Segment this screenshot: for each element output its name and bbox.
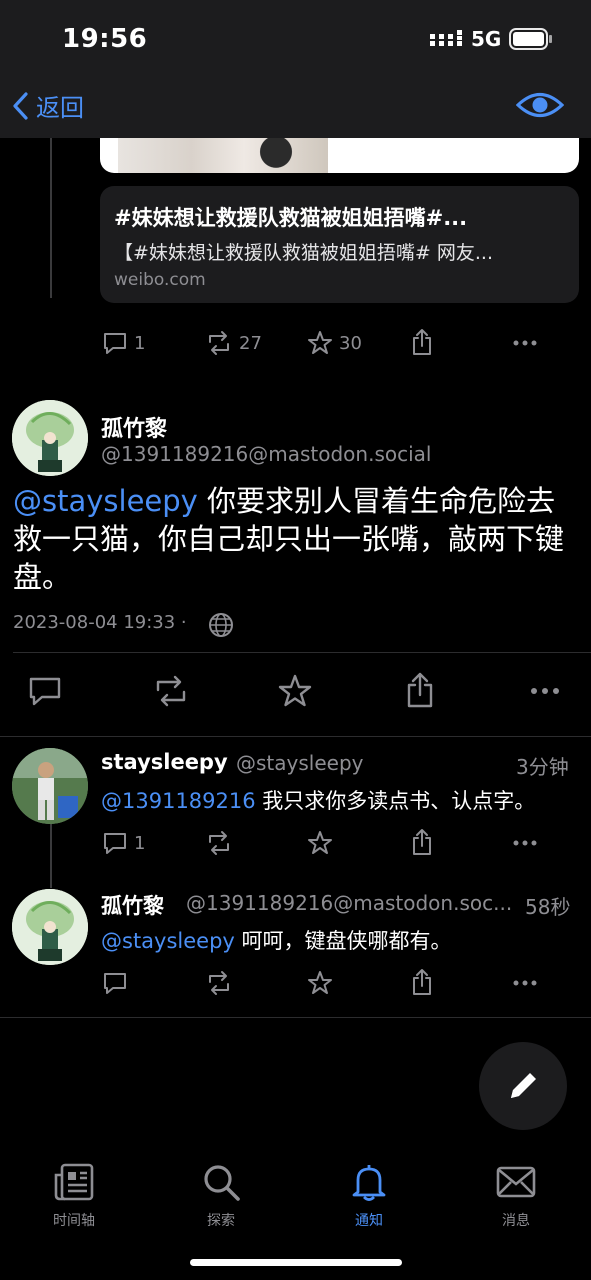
- reply-button[interactable]: [28, 675, 62, 707]
- mention-link[interactable]: @staysleepy: [101, 929, 235, 953]
- avatar[interactable]: [12, 400, 88, 476]
- share-button[interactable]: [405, 672, 435, 708]
- author-name[interactable]: 孤竹黎: [101, 890, 164, 920]
- boost-count: 27: [239, 332, 262, 354]
- more-icon: [531, 688, 559, 694]
- comment-icon: [104, 833, 126, 854]
- divider: [0, 736, 591, 737]
- mention-link[interactable]: @staysleepy: [13, 484, 198, 518]
- network-type: 5G: [471, 27, 502, 51]
- boost-button[interactable]: [205, 830, 233, 856]
- battery-icon: [509, 28, 553, 50]
- avatar[interactable]: [12, 748, 88, 824]
- bell-icon: [352, 1165, 386, 1201]
- favourite-button[interactable]: [307, 970, 333, 996]
- reply-count: 1: [134, 832, 146, 854]
- reply-button[interactable]: 1: [102, 330, 145, 356]
- share-icon: [413, 829, 431, 855]
- chevron-left-icon: [13, 91, 28, 120]
- post-text: 呵呵，键盘侠哪都有。: [234, 929, 452, 953]
- post-content: @1391189216 我只求你多读点书、认点字。: [101, 785, 579, 815]
- boost-button[interactable]: [152, 674, 190, 708]
- tab-messages[interactable]: 消息: [476, 1162, 556, 1230]
- more-button[interactable]: [513, 340, 537, 346]
- more-icon: [513, 340, 537, 346]
- author-name[interactable]: staysleepy: [101, 750, 228, 774]
- globe-icon: [208, 612, 234, 638]
- envelope-icon: [496, 1166, 536, 1198]
- link-domain: weibo.com: [114, 270, 206, 290]
- reply-button[interactable]: 1: [102, 830, 145, 856]
- share-button[interactable]: [410, 828, 434, 856]
- thread-line: [50, 138, 52, 298]
- tab-notifications[interactable]: 通知: [329, 1162, 409, 1230]
- comment-icon: [104, 973, 126, 994]
- comment-icon: [104, 333, 126, 354]
- share-button[interactable]: [410, 328, 434, 356]
- back-label: 返回: [36, 94, 84, 122]
- author-handle[interactable]: @staysleepy: [236, 751, 363, 775]
- post-content: @staysleepy 呵呵，键盘侠哪都有。: [101, 925, 579, 955]
- pencil-icon: [511, 1073, 536, 1098]
- link-description: 【#妹妹想让救援队救猫被姐姐捂嘴# 网友...: [114, 242, 493, 264]
- compose-button[interactable]: [479, 1042, 567, 1130]
- tab-timeline[interactable]: 时间轴: [34, 1162, 114, 1230]
- newspaper-icon: [54, 1163, 94, 1201]
- link-preview-card[interactable]: #妹妹想让救援队救猫被姐姐捂嘴#... 【#妹妹想让救援队救猫被姐姐捂嘴# 网友…: [100, 186, 579, 303]
- tab-label: 消息: [502, 1213, 530, 1229]
- post-content: @staysleepy 你要求别人冒着生命危险去救一只猫，你自己却只出一张嘴，敲…: [13, 482, 578, 596]
- divider: [0, 1017, 591, 1018]
- more-button[interactable]: [530, 687, 560, 695]
- mention-link[interactable]: @1391189216: [101, 789, 256, 813]
- boost-icon: [209, 331, 229, 355]
- share-button[interactable]: [410, 968, 434, 996]
- post-text: 我只求你多读点书、认点字。: [255, 789, 536, 813]
- boost-button[interactable]: [205, 970, 233, 996]
- favourite-count: 30: [339, 332, 362, 354]
- home-indicator: [190, 1259, 402, 1266]
- boost-icon: [156, 675, 186, 707]
- navigation-bar: [0, 78, 591, 138]
- boost-icon: [209, 831, 229, 855]
- more-button[interactable]: [513, 840, 537, 846]
- post-date: 2023-08-04 19:33 ·: [13, 612, 187, 633]
- tab-explore[interactable]: 探索: [181, 1162, 261, 1230]
- more-icon: [513, 980, 537, 986]
- star-icon: [308, 331, 332, 354]
- avatar[interactable]: [12, 889, 88, 965]
- boost-icon: [209, 971, 229, 995]
- status-time: 19:56: [62, 24, 148, 54]
- search-icon: [204, 1165, 240, 1201]
- link-title: #妹妹想让救援队救猫被姐姐捂嘴#...: [114, 206, 468, 230]
- author-handle[interactable]: @1391189216@mastodon.soc...: [186, 891, 516, 915]
- more-button[interactable]: [513, 980, 537, 986]
- star-icon: [278, 674, 312, 707]
- favourite-button[interactable]: 30: [307, 330, 362, 356]
- author-handle[interactable]: @1391189216@mastodon.social: [101, 442, 431, 466]
- author-name[interactable]: 孤竹黎: [101, 411, 167, 443]
- boost-button[interactable]: 27: [205, 330, 262, 356]
- post-time: 3分钟: [516, 755, 569, 779]
- share-icon: [413, 329, 431, 355]
- favourite-button[interactable]: [278, 674, 312, 708]
- tab-label: 探索: [207, 1213, 235, 1229]
- share-icon: [413, 969, 431, 995]
- favourite-button[interactable]: [307, 830, 333, 856]
- star-icon: [308, 971, 332, 994]
- reply-button[interactable]: [102, 970, 134, 996]
- eye-icon[interactable]: [516, 90, 564, 120]
- star-icon: [308, 831, 332, 854]
- more-icon: [513, 840, 537, 846]
- share-icon: [407, 672, 433, 708]
- tab-label: 时间轴: [53, 1213, 95, 1229]
- signal-icon: [430, 30, 464, 48]
- thread-line: [50, 822, 52, 888]
- back-button[interactable]: 返回: [12, 88, 84, 123]
- divider: [13, 652, 591, 653]
- comment-icon: [29, 677, 61, 706]
- tab-label: 通知: [355, 1213, 383, 1229]
- reply-count: 1: [134, 332, 146, 354]
- post-time: 58秒: [525, 895, 571, 919]
